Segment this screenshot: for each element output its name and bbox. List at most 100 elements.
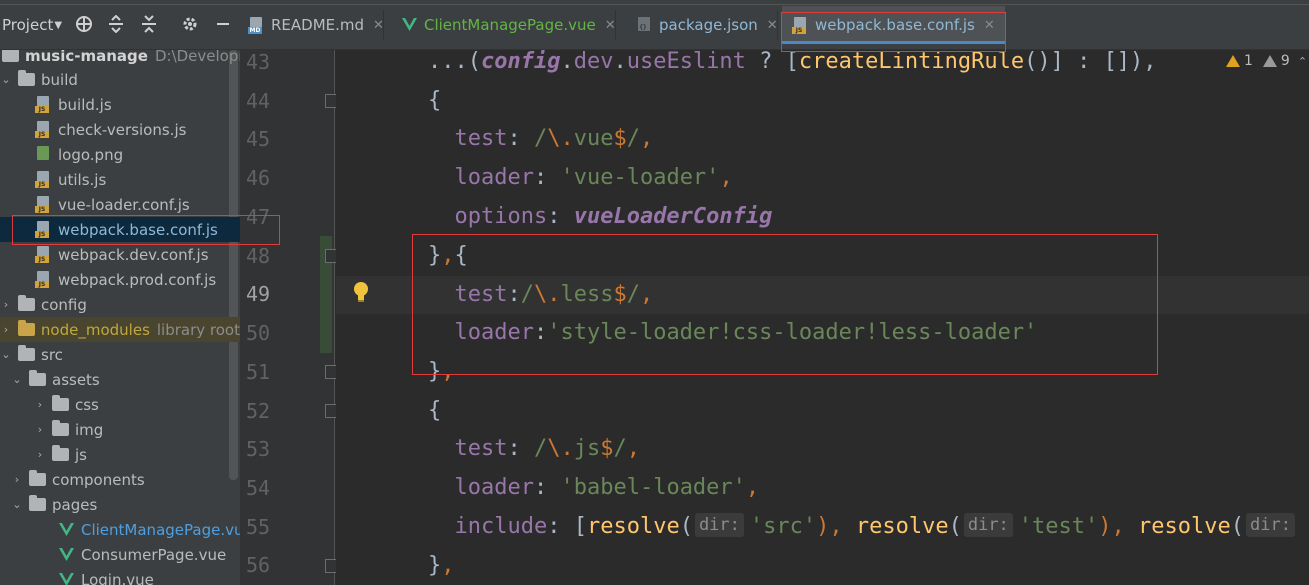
parameter-hint: dir:	[963, 513, 1013, 537]
vue-file-icon	[59, 572, 74, 585]
inspection-widget[interactable]: 1 9 ⌃	[1226, 50, 1307, 72]
tree-item-webpack-prod-conf-js[interactable]: JS webpack.prod.conf.js	[0, 267, 240, 292]
tree-item-utils-js[interactable]: JS utils.js	[0, 167, 240, 192]
js-file-icon: JS	[792, 16, 808, 34]
tree-item-src[interactable]: ⌄ src	[0, 342, 240, 367]
tree-item-consumer-page[interactable]: ConsumerPage.vue	[0, 542, 240, 567]
tree-item-webpack-dev-conf-js[interactable]: JS webpack.dev.conf.js	[0, 242, 240, 267]
chevron-down-icon[interactable]: ⌄	[0, 348, 12, 361]
tree-item-build-js[interactable]: JS build.js	[0, 92, 240, 117]
library-root-hint: library root	[156, 320, 240, 339]
tree-item-label: src	[41, 345, 63, 364]
tree-item-label: ClientManagePage.vu	[81, 520, 240, 539]
tree-item-components[interactable]: › components	[0, 467, 240, 492]
tree-item-label: webpack.dev.conf.js	[58, 245, 209, 264]
nav-bar-strip	[240, 0, 1309, 5]
tree-item-config[interactable]: › config	[0, 292, 240, 317]
tree-item-label: Login.vue	[81, 570, 154, 585]
token: /	[533, 436, 548, 461]
folder-icon	[29, 495, 46, 511]
parameter-hint: dir:	[1246, 513, 1295, 537]
code-line-51: },	[428, 353, 455, 391]
tree-item-img[interactable]: › img	[0, 417, 240, 442]
collapse-all-icon[interactable]	[138, 13, 160, 35]
chevron-down-icon[interactable]: ⌄	[11, 498, 23, 511]
chevron-down-icon[interactable]: ⌄	[0, 73, 12, 86]
minimize-icon[interactable]	[212, 13, 234, 35]
line-number-current: 49	[246, 282, 271, 306]
token: 'vue-loader'	[560, 165, 720, 190]
line-number: 45	[246, 127, 271, 151]
crosshair-icon[interactable]	[73, 13, 95, 35]
tree-item-vue-loader-conf-js[interactable]: JS vue-loader.conf.js	[0, 192, 240, 217]
project-view-label: Project	[2, 16, 54, 34]
tree-item-label: webpack.prod.conf.js	[58, 270, 217, 289]
tab-readme[interactable]: MD README.md ✕	[248, 6, 384, 44]
tree-item-client-manage-page[interactable]: ClientManagePage.vu	[0, 517, 240, 542]
tree-item-check-versions-js[interactable]: JS check-versions.js	[0, 117, 240, 142]
token: {	[428, 398, 442, 423]
token: :	[533, 475, 561, 500]
folder-icon	[18, 295, 35, 311]
chevron-right-icon[interactable]: ›	[34, 423, 46, 436]
line-number: 53	[246, 437, 271, 461]
tree-item-label: build.js	[58, 95, 112, 114]
close-icon[interactable]: ✕	[984, 18, 995, 33]
code-line-53: test: /\.js$/,	[428, 430, 640, 468]
chevron-right-icon[interactable]: ›	[34, 448, 46, 461]
lightbulb-icon[interactable]	[353, 281, 369, 303]
tree-item-css[interactable]: › css	[0, 392, 240, 417]
token: :	[533, 320, 548, 345]
folder-icon	[52, 420, 69, 436]
token: {	[428, 88, 442, 113]
token: /	[520, 282, 534, 307]
line-number: 44	[246, 89, 271, 113]
token: ,	[441, 359, 455, 384]
token: ...(	[428, 49, 481, 74]
tree-item-js[interactable]: › js	[0, 442, 240, 467]
tree-item-build[interactable]: ⌄ build	[0, 67, 240, 92]
image-file-icon	[35, 146, 51, 163]
token: ,	[441, 553, 455, 578]
chevron-down-icon[interactable]: ⌄	[11, 373, 23, 386]
tree-item-logo-png[interactable]: logo.png	[0, 142, 240, 167]
tree-item-pages[interactable]: ⌄ pages	[0, 492, 240, 517]
chevron-right-icon[interactable]: ›	[11, 473, 23, 486]
project-path: D:\Developme	[154, 50, 240, 65]
token: /	[626, 126, 640, 151]
gear-icon[interactable]	[179, 13, 201, 35]
chevron-right-icon[interactable]: ›	[34, 398, 46, 411]
tree-item-webpack-base-conf-js[interactable]: JS webpack.base.conf.js	[0, 217, 240, 242]
code-line-45: test: /\.vue$/,	[428, 120, 654, 158]
chevron-up-icon[interactable]: ⌃	[1298, 55, 1307, 68]
line-number: 46	[246, 166, 271, 190]
tab-webpack-base-conf[interactable]: JS webpack.base.conf.js ✕	[782, 6, 1005, 44]
expand-all-icon[interactable]	[105, 13, 127, 35]
token: :	[507, 126, 534, 151]
tree-item-label: utils.js	[58, 170, 107, 189]
tree-item-assets[interactable]: ⌄ assets	[0, 367, 240, 392]
folder-icon	[17, 320, 35, 336]
tab-package-json[interactable]: {} package.json ✕	[636, 6, 778, 44]
js-file-icon: JS	[35, 246, 51, 263]
warning-icon	[1226, 55, 1240, 67]
code-line-49: test:/\.less$/,	[428, 276, 654, 314]
token: include	[454, 514, 548, 539]
code-line-52: {	[428, 392, 441, 430]
warning-count: 1	[1244, 53, 1253, 69]
code-line-55: include: [resolve(dir:'src'), resolve(di…	[428, 508, 1301, 546]
chevron-down-icon: ▼	[54, 19, 63, 31]
chevron-right-icon[interactable]: ›	[0, 298, 12, 311]
tree-item-login[interactable]: Login.vue	[0, 567, 240, 585]
tree-item-node-modules[interactable]: › node_modules library root	[0, 317, 240, 342]
token: resolve	[855, 514, 949, 539]
tab-client-manage-page[interactable]: ClientManagePage.vue ✕	[402, 6, 616, 44]
chevron-right-icon[interactable]: ›	[0, 323, 12, 336]
folder-icon	[29, 370, 46, 386]
token: loader	[454, 165, 534, 190]
tree-root[interactable]: music-manage D:\Developme	[0, 50, 240, 68]
token: vue	[573, 126, 614, 151]
tree-item-label: pages	[52, 495, 98, 514]
project-view-dropdown[interactable]: Project ▼	[0, 12, 62, 38]
token: 'babel-loader'	[560, 475, 746, 500]
